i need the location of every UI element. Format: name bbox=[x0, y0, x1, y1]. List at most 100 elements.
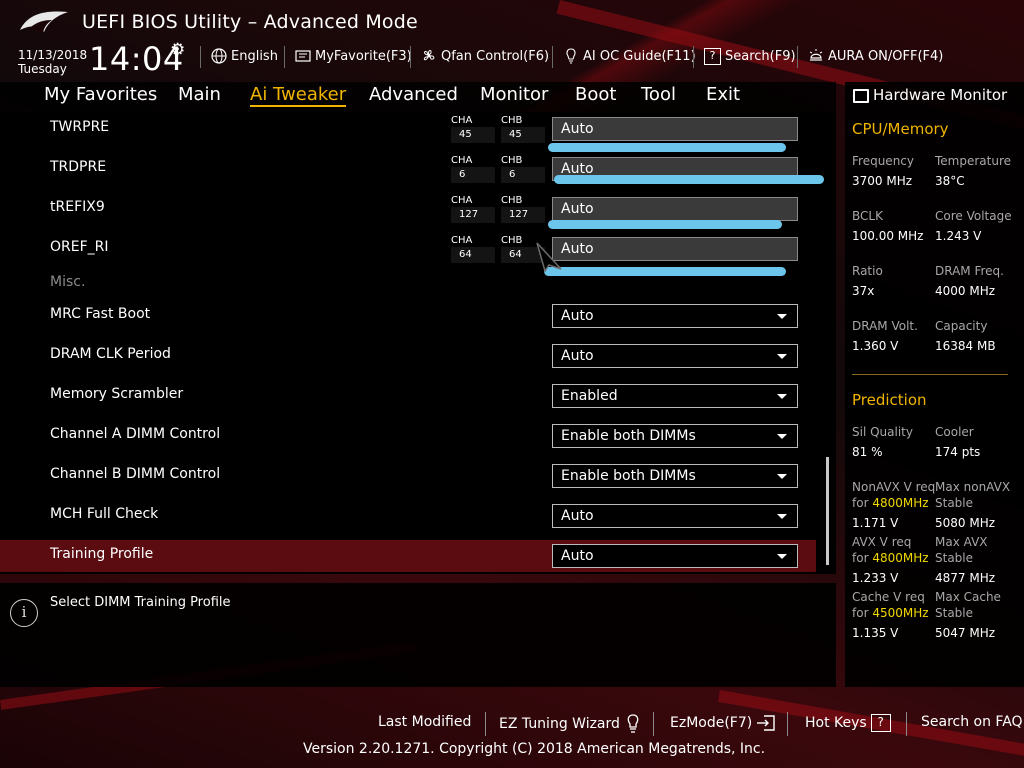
capacity-label: Capacity bbox=[935, 319, 988, 333]
ai-oc-guide-button[interactable]: AI OC Guide(F11) bbox=[563, 48, 696, 64]
cpu-memory-section: CPU/Memory bbox=[852, 120, 949, 138]
hot-keys-button[interactable]: Hot Keys ? bbox=[805, 714, 891, 732]
cache-req-value: 1.135 V bbox=[852, 626, 899, 640]
rog-logo-icon bbox=[20, 11, 68, 33]
nonavx-req-value: 1.171 V bbox=[852, 516, 899, 530]
aura-button[interactable]: AURA ON/OFF(F4) bbox=[808, 48, 943, 64]
chb-label: CHB bbox=[501, 155, 523, 166]
stable-label: Stable bbox=[935, 551, 974, 565]
hot-keys-label: Hot Keys bbox=[805, 715, 867, 731]
setting-label-training-profile: Training Profile bbox=[50, 546, 154, 562]
tab-my-favorites[interactable]: My Favorites bbox=[44, 84, 157, 105]
day: Tuesday bbox=[18, 62, 67, 76]
myfavorite-button[interactable]: MyFavorite(F3) bbox=[295, 48, 412, 64]
bclk-label: BCLK bbox=[852, 209, 883, 223]
search-label: Search(F9) bbox=[725, 49, 796, 64]
help-text: Select DIMM Training Profile bbox=[50, 595, 231, 610]
tab-monitor[interactable]: Monitor bbox=[480, 84, 548, 105]
header-separator bbox=[797, 46, 798, 68]
max-cache-value: 5047 MHz bbox=[935, 626, 996, 640]
lightbulb-icon bbox=[566, 48, 576, 64]
globe-icon bbox=[211, 48, 227, 64]
frequency-value: 3700 MHz bbox=[852, 174, 913, 188]
memory-scrambler-dropdown[interactable]: Enabled bbox=[552, 384, 798, 408]
tab-ai-tweaker[interactable]: Ai Tweaker bbox=[250, 84, 347, 107]
mrc-fast-boot-dropdown[interactable]: Auto bbox=[552, 304, 798, 328]
channel-b-dimm-dropdown[interactable]: Enable both DIMMs bbox=[552, 464, 798, 488]
trefix9-input[interactable]: Auto bbox=[552, 197, 798, 221]
last-modified-button[interactable]: Last Modified bbox=[378, 714, 471, 730]
help-panel: i Select DIMM Training Profile bbox=[0, 583, 836, 687]
chevron-down-icon bbox=[777, 434, 787, 439]
setting-label-memory-scrambler: Memory Scrambler bbox=[50, 386, 184, 402]
aura-icon bbox=[809, 49, 823, 61]
ai-oc-guide-label: AI OC Guide(F11) bbox=[583, 48, 696, 64]
scribble-mark bbox=[548, 143, 786, 152]
tab-tool[interactable]: Tool bbox=[641, 84, 676, 105]
aura-label: AURA ON/OFF(F4) bbox=[828, 48, 944, 64]
sil-quality-label: Sil Quality bbox=[852, 425, 913, 439]
qfan-button[interactable]: Qfan Control(F6) bbox=[421, 48, 549, 64]
twrpre-input[interactable]: Auto bbox=[552, 117, 798, 141]
dropdown-value: Auto bbox=[561, 508, 594, 524]
training-profile-dropdown[interactable]: Auto bbox=[552, 544, 798, 568]
chevron-down-icon bbox=[777, 474, 787, 479]
setting-label-trefix9: tREFIX9 bbox=[50, 199, 105, 215]
avx-freq-line: for 4800MHz bbox=[852, 551, 929, 565]
ratio-label: Ratio bbox=[852, 264, 883, 278]
dropdown-value: Auto bbox=[561, 348, 594, 364]
language-button[interactable]: English bbox=[211, 48, 278, 64]
capacity-value: 16384 MB bbox=[935, 339, 996, 353]
temperature-label: Temperature bbox=[935, 154, 1012, 168]
avx-req-value: 1.233 V bbox=[852, 571, 899, 585]
oref-ri-input[interactable]: Auto bbox=[552, 237, 798, 261]
dropdown-value: Auto bbox=[561, 308, 594, 324]
gear-icon[interactable]: ⚙ bbox=[170, 40, 185, 60]
divider bbox=[852, 374, 1008, 375]
ezmode-button[interactable]: EzMode(F7) bbox=[670, 714, 776, 732]
bclk-value: 100.00 MHz bbox=[852, 229, 924, 243]
help-key-icon: ? bbox=[870, 714, 891, 732]
stable-label: Stable bbox=[935, 606, 974, 620]
dram-volt-value: 1.360 V bbox=[852, 339, 899, 353]
tab-advanced[interactable]: Advanced bbox=[369, 84, 458, 105]
mch-full-check-dropdown[interactable]: Auto bbox=[552, 504, 798, 528]
dropdown-value: Enable both DIMMs bbox=[561, 428, 696, 444]
ez-tuning-wizard-label: EZ Tuning Wizard bbox=[499, 716, 620, 732]
dropdown-value: Enabled bbox=[561, 388, 618, 404]
nonavx-freq-line: for 4800MHz bbox=[852, 496, 929, 510]
core-voltage-value: 1.243 V bbox=[935, 229, 982, 243]
cache-freq: 4500MHz bbox=[872, 606, 929, 620]
cursor-icon bbox=[536, 242, 562, 273]
scribble-mark bbox=[548, 220, 782, 229]
search-faq-button[interactable]: Search on FAQ bbox=[921, 714, 1023, 730]
dram-freq-value: 4000 MHz bbox=[935, 284, 996, 298]
scrollbar[interactable] bbox=[826, 457, 829, 565]
footer-separator bbox=[653, 712, 654, 736]
dram-volt-label: DRAM Volt. bbox=[852, 319, 918, 333]
header-separator bbox=[284, 46, 285, 68]
date: 11/13/2018 bbox=[18, 48, 88, 62]
tab-boot[interactable]: Boot bbox=[575, 84, 616, 105]
search-faq-label: Search on FAQ bbox=[921, 714, 1023, 730]
setting-label-oref-ri: OREF_RI bbox=[50, 239, 109, 255]
sil-quality-value: 81 % bbox=[852, 445, 883, 459]
cha-value: 64 bbox=[451, 247, 495, 263]
chb-value: 6 bbox=[501, 167, 545, 183]
last-modified-label: Last Modified bbox=[378, 714, 472, 730]
tab-main[interactable]: Main bbox=[178, 84, 221, 105]
header-separator bbox=[200, 46, 201, 68]
myfavorite-label: MyFavorite(F3) bbox=[315, 48, 412, 64]
search-button[interactable]: ? Search(F9) bbox=[704, 48, 796, 65]
settings-panel: TWRPRE CHA 45 CHB 45 Auto TRDPRE CHA 6 C… bbox=[0, 112, 836, 574]
ratio-value: 37x bbox=[852, 284, 875, 298]
channel-a-dimm-dropdown[interactable]: Enable both DIMMs bbox=[552, 424, 798, 448]
chevron-down-icon bbox=[777, 554, 787, 559]
tab-exit[interactable]: Exit bbox=[706, 84, 740, 105]
footer-separator bbox=[787, 712, 788, 736]
for-label: for bbox=[852, 496, 869, 510]
ez-tuning-wizard-button[interactable]: EZ Tuning Wizard bbox=[499, 714, 642, 734]
chevron-down-icon bbox=[777, 394, 787, 399]
dram-clk-period-dropdown[interactable]: Auto bbox=[552, 344, 798, 368]
setting-label-channel-a-dimm: Channel A DIMM Control bbox=[50, 426, 221, 442]
